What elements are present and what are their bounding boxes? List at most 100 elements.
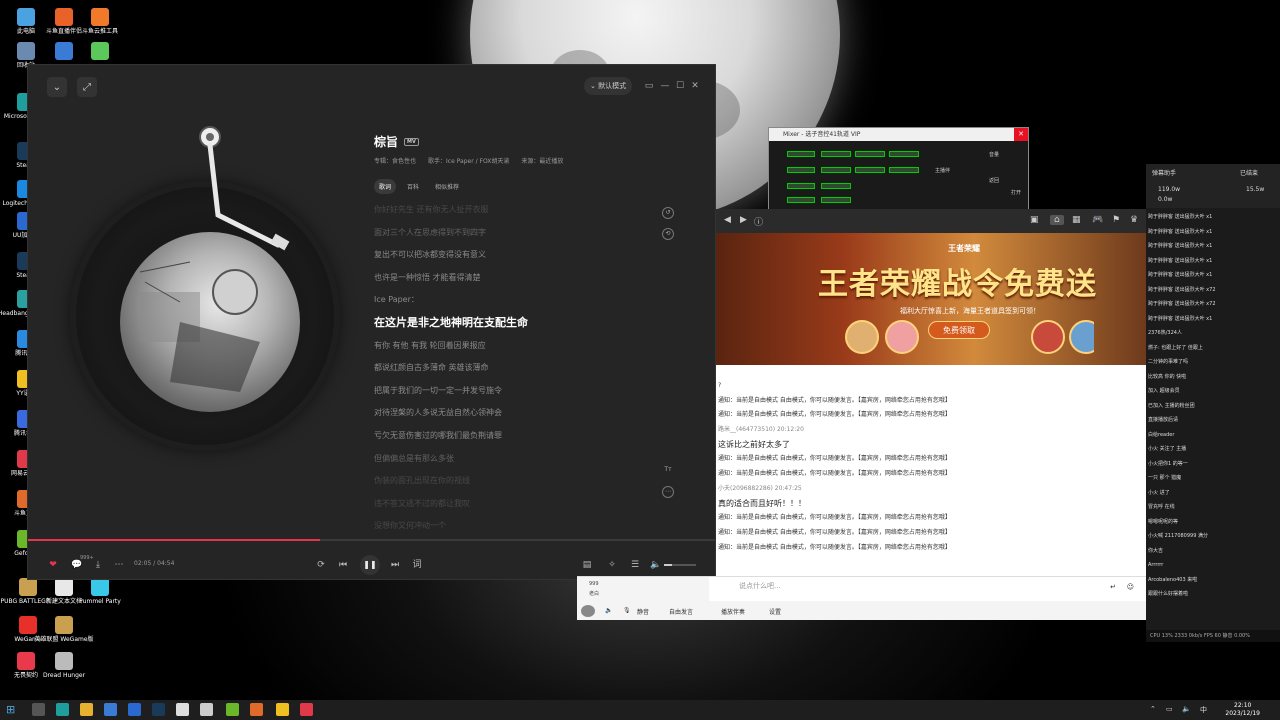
collapse-button[interactable]: ⌄: [47, 77, 67, 97]
heart-icon[interactable]: ❤: [46, 558, 60, 572]
close-button[interactable]: ✕: [689, 80, 701, 92]
tab-wiki[interactable]: 百科: [402, 179, 424, 194]
tray-chevron-icon[interactable]: ⌃: [1150, 705, 1156, 713]
grid-icon[interactable]: ▦: [1072, 215, 1081, 225]
minimize-button[interactable]: —: [659, 80, 671, 92]
download-icon[interactable]: ⤓: [91, 558, 105, 572]
album-link[interactable]: 专辑：食色性也: [374, 156, 416, 165]
volume-slider[interactable]: [664, 564, 696, 566]
desktop-icon[interactable]: Pummel Party: [79, 578, 121, 605]
windows-start-icon[interactable]: ⊞: [6, 703, 19, 716]
yy-icon[interactable]: [276, 703, 289, 716]
desktop-icon[interactable]: 斗鱼云推工具: [82, 8, 118, 35]
desktop-icon[interactable]: 无畏契约: [8, 652, 44, 679]
desktop-icon[interactable]: 新建文本文档: [46, 578, 82, 605]
send-icon[interactable]: ↵: [1110, 583, 1116, 591]
desktop-lyric-button[interactable]: 词: [410, 558, 424, 572]
loop-icon[interactable]: ⟳: [314, 558, 328, 572]
lyric-line[interactable]: 亏欠无意伤害过的哪我们最负荆请罪: [374, 425, 674, 448]
miniplayer-icon[interactable]: ▭: [643, 80, 655, 92]
trophy-icon[interactable]: ♛: [1130, 215, 1138, 225]
progress-bar[interactable]: [28, 539, 715, 541]
lyric-line[interactable]: 你好好先生 还有你无人扯开衣服: [374, 199, 674, 222]
effect-icon[interactable]: ✧: [605, 558, 619, 572]
desktop-icon[interactable]: 英雄联盟 WeGame版: [34, 616, 94, 643]
settings-button[interactable]: 设置: [769, 607, 781, 616]
volume-tray-icon[interactable]: 🔈: [1182, 705, 1191, 713]
bookmark-icon[interactable]: ⚑: [1112, 215, 1120, 225]
steam-icon[interactable]: [152, 703, 165, 716]
singer-link[interactable]: 歌手：Ice Paper / FOX胡天渝: [428, 156, 509, 165]
desktop-icon[interactable]: [46, 42, 82, 62]
lyric-line[interactable]: 但偏偏总是有那么多张: [374, 448, 674, 471]
volume-icon[interactable]: 🔈: [649, 558, 663, 572]
more-icon[interactable]: ⋯: [662, 486, 674, 498]
speaker-icon[interactable]: 🔈: [605, 607, 612, 614]
ad-banner[interactable]: 王者荣耀 王者荣耀战令免费送 福利大厅惊喜上新，海量王者道具签到可领！ 免费领取: [716, 233, 1146, 365]
quality-icon[interactable]: ▤: [580, 558, 594, 572]
geforce-icon[interactable]: [226, 703, 239, 716]
screen-icon[interactable]: ▣: [1030, 215, 1039, 225]
taskview-icon[interactable]: [32, 703, 45, 716]
document-icon[interactable]: [200, 703, 213, 716]
lyric-line[interactable]: Ice Paper：: [374, 289, 674, 312]
lyric-line[interactable]: 违不答又逃不过的都让我叹: [374, 493, 674, 516]
mixer-label[interactable]: 返回: [989, 177, 999, 184]
more-options-icon[interactable]: ⋯: [112, 558, 126, 572]
back-icon[interactable]: ◀: [724, 215, 731, 225]
desktop-icon[interactable]: [82, 42, 118, 62]
lyric-line[interactable]: 复出不可以把冰都变得没有意义: [374, 244, 674, 267]
next-icon[interactable]: ⏭: [388, 558, 402, 572]
free-talk-button[interactable]: 自由发言: [669, 607, 693, 616]
mode-button[interactable]: ⌄ 默认模式: [584, 77, 633, 95]
clock[interactable]: 22:10 2023/12/19: [1225, 702, 1260, 718]
lyric-line[interactable]: 有你 有他 有我 轮回着因果报应: [374, 335, 674, 358]
maximize-button[interactable]: ☐: [674, 80, 686, 92]
store-icon[interactable]: [128, 703, 141, 716]
home-icon[interactable]: ⌂: [1050, 215, 1064, 225]
fullscreen-button[interactable]: ⤢: [77, 77, 97, 97]
desktop-icon[interactable]: 此电脑: [8, 8, 44, 35]
pause-button[interactable]: ❚❚: [360, 555, 380, 575]
emoji-icon[interactable]: ☺: [1127, 583, 1134, 591]
lyric-line[interactable]: 没想你又何冲动一个: [374, 515, 674, 538]
netease-music-icon[interactable]: [300, 703, 313, 716]
mixer-label[interactable]: 打开: [1011, 189, 1021, 196]
desktop-icon[interactable]: Dread Hunger: [43, 652, 85, 679]
lyric-rewind-icon[interactable]: ↺: [662, 207, 674, 219]
previous-icon[interactable]: ⏮: [336, 558, 350, 572]
tab-lyrics[interactable]: 歌词: [374, 179, 397, 194]
ime-indicator[interactable]: 中: [1200, 705, 1207, 715]
member-item[interactable]: 999: [589, 579, 695, 589]
avatar[interactable]: [581, 605, 595, 617]
playlist-icon[interactable]: ☰: [628, 558, 642, 572]
source-link[interactable]: 来源：最近播放: [521, 156, 563, 165]
info-icon[interactable]: ⓘ: [754, 215, 763, 228]
file-icon[interactable]: [176, 703, 189, 716]
mic-icon[interactable]: 🎙: [623, 607, 631, 614]
app-icon[interactable]: [104, 703, 117, 716]
lyric-line[interactable]: 也许是一种惊悟 才能看得清楚: [374, 267, 674, 290]
lyric-line[interactable]: 都说红颜自古多薄命 英雄该薄命: [374, 357, 674, 380]
accompaniment-button[interactable]: 播放伴奏: [721, 607, 745, 616]
close-icon[interactable]: ✕: [1014, 128, 1028, 141]
font-size-icon[interactable]: Tт: [662, 465, 674, 477]
desktop-icon[interactable]: 斗鱼直播伴侣: [46, 8, 82, 35]
member-item[interactable]: 老白: [589, 589, 695, 599]
forward-icon[interactable]: ▶: [740, 215, 747, 225]
lyric-sync-icon[interactable]: ⟲: [662, 228, 674, 240]
message-input[interactable]: 说点什么吧... ↵ ☺: [709, 577, 1146, 601]
network-icon[interactable]: ▭: [1166, 705, 1173, 713]
douyu-icon[interactable]: [250, 703, 263, 716]
explorer-icon[interactable]: [80, 703, 93, 716]
desktop-icon[interactable]: PUBG BATTLEGR...: [0, 578, 56, 605]
current-lyric-line[interactable]: 在这片是非之地神明在支配生命: [374, 312, 674, 335]
lyric-line[interactable]: 面对三个人在思虑得到不到四字: [374, 222, 674, 245]
mute-button[interactable]: 静音: [637, 607, 649, 616]
lyric-line[interactable]: 把属于我们的一切一定一并发号施令: [374, 380, 674, 403]
game-icon[interactable]: 🎮: [1092, 215, 1103, 225]
mv-badge[interactable]: MV: [404, 137, 419, 146]
lyric-line[interactable]: 伪装的面孔出现在你的视线: [374, 470, 674, 493]
lyric-line[interactable]: 对待涅槃的人多说无益自然心领神会: [374, 402, 674, 425]
tab-similar[interactable]: 相似推荐: [430, 179, 464, 194]
